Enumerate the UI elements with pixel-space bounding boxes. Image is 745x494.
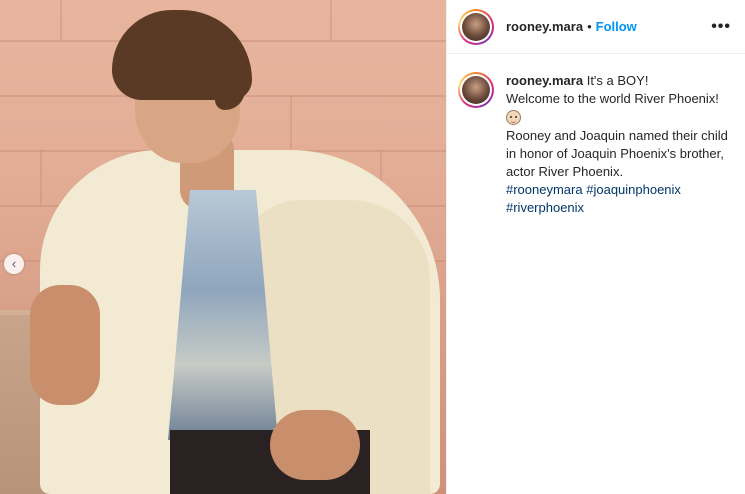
avatar-border bbox=[460, 10, 492, 43]
brick-joint bbox=[290, 95, 292, 150]
follow-button[interactable]: Follow bbox=[596, 19, 637, 34]
post-side-panel: rooney.mara • Follow ••• rooney.mara It'… bbox=[446, 0, 745, 494]
avatar-border bbox=[460, 74, 492, 106]
hashtags: #rooneymara #joaquinphoenix #riverphoeni… bbox=[506, 181, 731, 217]
left-arm bbox=[30, 285, 100, 405]
caption-username[interactable]: rooney.mara bbox=[506, 73, 583, 88]
caption: rooney.mara It's a BOY! Welcome to the w… bbox=[447, 54, 745, 217]
caption-text: rooney.mara It's a BOY! Welcome to the w… bbox=[506, 72, 731, 217]
caption-line-1: It's a BOY! bbox=[586, 73, 649, 88]
hair-side bbox=[215, 45, 245, 110]
avatar[interactable] bbox=[458, 8, 494, 45]
more-options-icon[interactable]: ••• bbox=[711, 18, 731, 36]
caption-line-3: Rooney and Joaquin named their child in … bbox=[506, 128, 728, 180]
hashtag-link[interactable]: #riverphoenix bbox=[506, 200, 584, 215]
caption-line-2: Welcome to the world River Phoenix! bbox=[506, 91, 719, 106]
right-hand bbox=[270, 410, 360, 480]
brick-joint bbox=[60, 0, 62, 40]
header-username[interactable]: rooney.mara bbox=[506, 19, 583, 34]
hashtag-link[interactable]: #joaquinphoenix bbox=[586, 182, 681, 197]
separator-dot: • bbox=[587, 19, 592, 34]
post-photo[interactable]: ‹ bbox=[0, 0, 446, 494]
hashtag-link[interactable]: #rooneymara bbox=[506, 182, 583, 197]
avatar-image bbox=[462, 12, 490, 41]
avatar-image bbox=[462, 76, 490, 104]
post-header: rooney.mara • Follow ••• bbox=[447, 0, 745, 54]
baby-emoji-icon bbox=[506, 110, 521, 126]
brick-joint bbox=[330, 0, 332, 40]
caption-avatar[interactable] bbox=[458, 72, 494, 108]
chevron-left-icon[interactable]: ‹ bbox=[4, 254, 24, 274]
brick-joint bbox=[40, 150, 42, 205]
